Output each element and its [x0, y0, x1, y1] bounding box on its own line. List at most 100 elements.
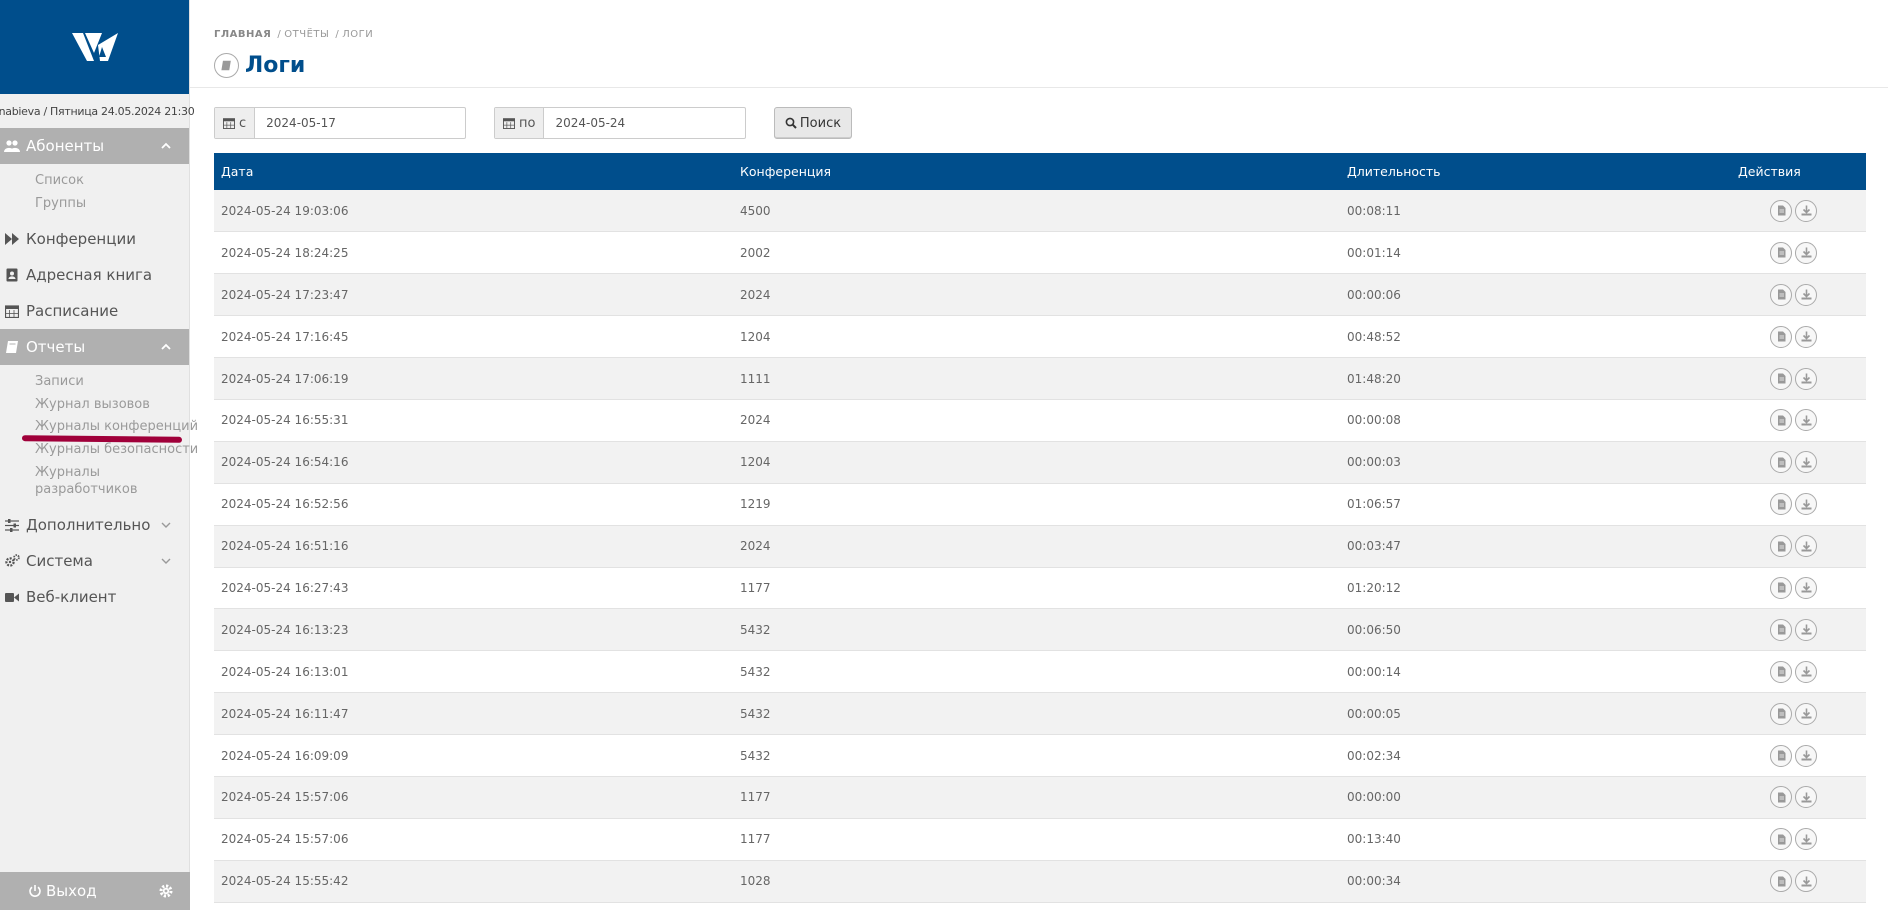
cell-duration: 00:48:52 [1347, 329, 1401, 344]
document-icon[interactable] [1770, 325, 1792, 348]
date-from-label: с [239, 115, 247, 131]
cell-duration: 00:00:05 [1347, 706, 1401, 721]
download-icon[interactable] [1795, 493, 1817, 516]
row-actions [1770, 283, 1866, 306]
table-row[interactable]: 2024-05-24 17:06:19 1111 01:48:20 [214, 357, 1866, 400]
table-row[interactable]: 2024-05-24 18:24:25 2002 00:01:14 [214, 231, 1866, 274]
download-icon[interactable] [1795, 702, 1817, 725]
fast-forward-icon [4, 231, 20, 247]
cell-actions [1738, 190, 1866, 232]
table-row[interactable]: 2024-05-24 16:13:23 5432 00:06:50 [214, 608, 1866, 651]
cell-date: 2024-05-24 16:54:16 [221, 455, 349, 470]
cell-duration: 01:20:12 [1347, 580, 1401, 595]
download-icon[interactable] [1795, 199, 1817, 222]
document-icon[interactable] [1770, 409, 1792, 432]
column-header-actions: Действия [1738, 164, 1801, 179]
sidebar-item-webclient[interactable]: Веб-клиент [0, 579, 189, 615]
document-icon[interactable] [1770, 660, 1792, 683]
row-actions [1770, 576, 1866, 599]
download-icon[interactable] [1795, 535, 1817, 558]
cell-actions [1738, 232, 1866, 274]
gear-icon[interactable] [158, 883, 174, 899]
document-icon[interactable] [1770, 283, 1792, 306]
download-icon[interactable] [1795, 241, 1817, 264]
logo[interactable] [0, 0, 189, 94]
sidebar-item-schedule[interactable]: Расписание [0, 293, 189, 329]
table-row[interactable]: 2024-05-24 15:57:06 1177 00:00:00 [214, 776, 1866, 819]
download-icon[interactable] [1795, 367, 1817, 390]
sidebar-item-conferences[interactable]: Конференции [0, 221, 189, 257]
document-icon[interactable] [1770, 576, 1792, 599]
download-icon[interactable] [1795, 870, 1817, 893]
page-title-row: Логи [214, 53, 305, 78]
download-icon[interactable] [1795, 618, 1817, 641]
table-row[interactable]: 2024-05-24 17:16:45 1204 00:48:52 [214, 315, 1866, 358]
gears-icon [4, 553, 20, 569]
download-icon[interactable] [1795, 660, 1817, 683]
cell-date: 2024-05-24 16:11:47 [221, 706, 349, 721]
download-icon[interactable] [1795, 786, 1817, 809]
download-icon[interactable] [1795, 828, 1817, 851]
table-row[interactable]: 2024-05-24 16:55:31 2024 00:00:08 [214, 399, 1866, 442]
table-row[interactable]: 2024-05-24 16:51:16 2024 00:03:47 [214, 525, 1866, 568]
breadcrumb-home[interactable]: ГЛАВНАЯ [214, 29, 271, 40]
chevron-down-icon [161, 522, 171, 528]
sidebar-item-system[interactable]: Система [0, 543, 189, 579]
table-row[interactable]: 2024-05-24 16:54:16 1204 00:00:03 [214, 441, 1866, 484]
sidebar-item-additional[interactable]: Дополнительно [0, 507, 189, 543]
breadcrumb-reports[interactable]: ОТЧЁТЫ [284, 29, 329, 40]
table-row[interactable]: 2024-05-24 15:55:42 1028 00:00:34 [214, 860, 1866, 903]
document-icon[interactable] [1770, 744, 1792, 767]
document-icon[interactable] [1770, 241, 1792, 264]
table-row[interactable]: 2024-05-24 16:52:56 1219 01:06:57 [214, 483, 1866, 526]
logout-button[interactable]: Выход [46, 882, 97, 900]
document-icon[interactable] [1770, 367, 1792, 390]
sidebar-item-addressbook[interactable]: Адресная книга [0, 257, 189, 293]
document-icon[interactable] [1770, 451, 1792, 474]
row-actions [1770, 828, 1866, 851]
table-row[interactable]: 2024-05-24 16:09:09 5432 00:02:34 [214, 734, 1866, 777]
row-actions [1770, 870, 1866, 893]
table-row[interactable]: 2024-05-24 17:23:47 2024 00:00:06 [214, 273, 1866, 316]
submenu-item-call-log[interactable]: Журнал вызовов [35, 394, 189, 417]
download-icon[interactable] [1795, 451, 1817, 474]
table-row[interactable]: 2024-05-24 16:27:43 1177 01:20:12 [214, 567, 1866, 609]
date-to-group: по [494, 107, 746, 139]
column-header-conference[interactable]: Конференция [733, 153, 1340, 190]
download-icon[interactable] [1795, 744, 1817, 767]
cell-date: 2024-05-24 17:23:47 [221, 287, 349, 302]
column-header-duration[interactable]: Длительность [1340, 153, 1738, 190]
document-icon[interactable] [1770, 493, 1792, 516]
download-icon[interactable] [1795, 325, 1817, 348]
table-row[interactable]: 2024-05-24 15:57:06 1177 00:13:40 [214, 818, 1866, 861]
user-info-text: nabieva / Пятница 24.05.2024 21:30 [0, 104, 195, 118]
submenu-item-developer-logs[interactable]: Журналы разработчиков [35, 461, 165, 501]
document-icon[interactable] [1770, 786, 1792, 809]
document-icon[interactable] [1770, 702, 1792, 725]
document-icon[interactable] [1770, 828, 1792, 851]
breadcrumb-logs: ЛОГИ [342, 29, 374, 40]
download-icon[interactable] [1795, 283, 1817, 306]
table-row[interactable]: 2024-05-24 16:13:01 5432 00:00:14 [214, 650, 1866, 693]
document-icon[interactable] [1770, 199, 1792, 222]
submenu-item-recordings[interactable]: Записи [35, 371, 189, 394]
download-icon[interactable] [1795, 576, 1817, 599]
date-from-input[interactable] [255, 108, 460, 138]
sidebar-item-subscribers[interactable]: Абоненты [0, 128, 189, 164]
table-row[interactable]: 2024-05-24 16:11:47 5432 00:00:05 [214, 692, 1866, 735]
document-icon[interactable] [1770, 618, 1792, 641]
sidebar-item-reports[interactable]: Отчеты [0, 329, 189, 365]
date-to-input[interactable] [544, 108, 741, 138]
cell-actions [1738, 818, 1866, 860]
document-icon[interactable] [1770, 535, 1792, 558]
search-button[interactable]: Поиск [774, 107, 852, 139]
download-icon[interactable] [1795, 409, 1817, 432]
cell-conference: 1177 [740, 832, 771, 847]
submenu-item-list[interactable]: Список [35, 170, 189, 193]
document-icon[interactable] [1770, 870, 1792, 893]
cell-duration: 00:00:06 [1347, 287, 1401, 302]
column-header-date[interactable]: Дата [214, 153, 733, 190]
table-row[interactable]: 2024-05-24 19:03:06 4500 00:08:11 [214, 190, 1866, 232]
submenu-item-groups[interactable]: Группы [35, 193, 189, 216]
row-actions [1770, 744, 1866, 767]
